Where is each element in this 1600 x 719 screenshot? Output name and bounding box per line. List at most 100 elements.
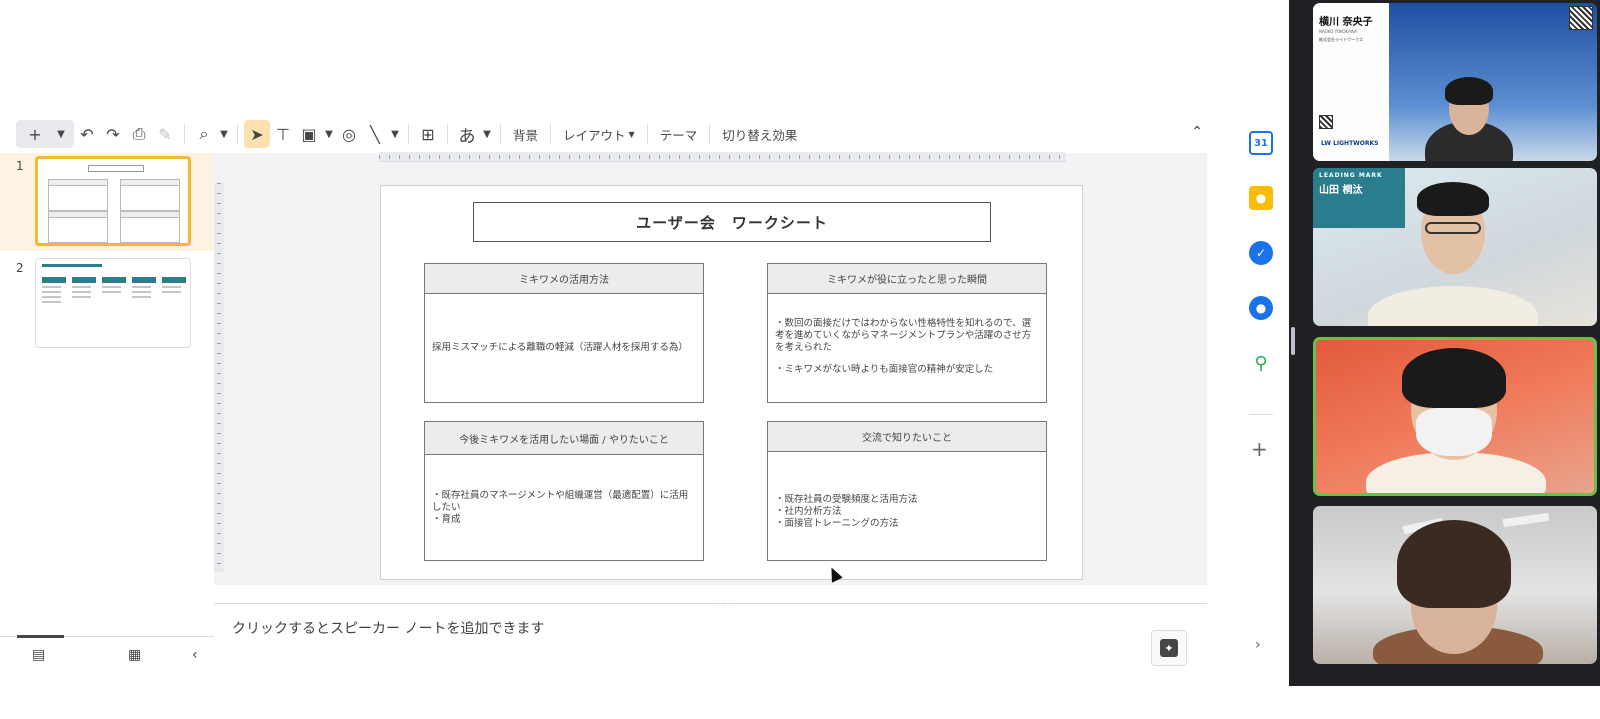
textbox-icon[interactable]: ⊤: [270, 120, 296, 148]
toolbar-divider: [184, 124, 185, 144]
thumb-card: [48, 179, 108, 211]
toolbar-divider: [646, 124, 648, 144]
banner-brand: LEADING MARK: [1319, 172, 1383, 179]
show-side-panel-icon[interactable]: ›: [1255, 637, 1261, 653]
vertical-ruler[interactable]: [214, 183, 224, 572]
toolbar-divider: [447, 124, 448, 144]
paint-format-icon[interactable]: ✎: [152, 120, 178, 148]
participant-tile[interactable]: LEADING MARK 山田 桐汰: [1313, 168, 1597, 326]
thumb-column: [132, 277, 156, 339]
slide-number: 2: [16, 261, 24, 275]
slide-thumbnail-2[interactable]: 2: [0, 255, 214, 353]
line-icon[interactable]: ╲: [362, 120, 388, 148]
thumb-column: [162, 277, 186, 339]
undo-icon[interactable]: ↶: [74, 120, 100, 148]
card-company: 株式会社ライトワークス: [1319, 37, 1363, 42]
filmstrip-view-bar: ▤ ▦ ‹: [0, 635, 214, 670]
card-line: ・既存社員のマネージメントや組織運営（最適配置）に活用したい: [432, 490, 689, 513]
tasks-icon[interactable]: ✓: [1249, 241, 1273, 265]
toolbar-divider: [500, 124, 501, 144]
card-line: ・ミキワメがない時よりも面接官の精神が安定した: [775, 364, 994, 375]
layout-dropdown-icon: ▼: [628, 129, 635, 139]
print-icon[interactable]: ⎙: [126, 120, 152, 148]
chevron-down-icon[interactable]: ▼: [54, 120, 68, 148]
theme-button[interactable]: テーマ: [654, 120, 704, 148]
card-body: 採用ミスマッチによる離職の軽減（活躍人材を採用する為）: [425, 294, 703, 354]
input-tools-icon[interactable]: あ: [454, 120, 480, 148]
panel-resize-handle[interactable]: [1291, 327, 1295, 355]
add-comment-icon[interactable]: ⊞: [415, 120, 441, 148]
input-tools-dropdown-icon[interactable]: ▼: [480, 120, 494, 148]
worksheet-card[interactable]: ミキワメの活用方法 採用ミスマッチによる離職の軽減（活躍人材を採用する為）: [424, 263, 704, 403]
qr-code-icon: [1319, 115, 1333, 129]
active-view-indicator: [17, 635, 64, 638]
image-dropdown-icon[interactable]: ▼: [322, 120, 336, 148]
calendar-icon[interactable]: 31: [1249, 131, 1273, 155]
new-slide-group: + ▼: [16, 120, 74, 148]
current-slide[interactable]: ユーザー会 ワークシート ミキワメの活用方法 採用ミスマッチによる離職の軽減（活…: [380, 185, 1083, 580]
collapse-toolbar-icon[interactable]: ⌃: [1191, 124, 1203, 140]
worksheet-card[interactable]: 今後ミキワメを活用したい場面 / やりたいこと ・既存社員のマネージメントや組織…: [424, 421, 704, 561]
thumb-title-box: [88, 165, 144, 172]
side-panel-divider: [1249, 414, 1273, 415]
card-line: ・面接官トレーニングの方法: [775, 518, 899, 529]
qr-code-icon: [1569, 6, 1593, 30]
card-line: ・社内分析方法: [775, 506, 842, 517]
slide-thumbnail-image: [35, 156, 191, 246]
video-call-panel: 横川 奈央子 NAOKO YOKOKAWA 株式会社ライトワークス LW LIG…: [1289, 0, 1600, 686]
image-icon[interactable]: ▣: [296, 120, 322, 148]
card-roman-name: NAOKO YOKOKAWA: [1319, 29, 1358, 34]
card-body: ・既存社員のマネージメントや組織運営（最適配置）に活用したい ・育成: [425, 455, 703, 526]
card-heading: 交流で知りたいこと: [768, 422, 1046, 452]
card-name: 横川 奈央子: [1319, 17, 1373, 28]
participant-tile-speaking[interactable]: [1313, 337, 1597, 496]
sparkle-icon: ✦: [1160, 639, 1178, 657]
add-icon[interactable]: +: [22, 120, 48, 148]
slide-number: 1: [16, 159, 24, 173]
thumb-column: [102, 277, 126, 339]
keep-icon[interactable]: ●: [1249, 186, 1273, 210]
card-body: ・数回の面接だけではわからない性格特性を知れるので、選考を進めていくながらマネー…: [768, 294, 1046, 376]
card-body: ・既存社員の受験頻度と活用方法 ・社内分析方法 ・面接官トレーニングの方法: [768, 452, 1046, 530]
toolbar-divider: [237, 124, 238, 144]
card-heading: ミキワメの活用方法: [425, 264, 703, 294]
add-addon-icon[interactable]: +: [1251, 437, 1268, 461]
toolbar-divider: [408, 124, 409, 144]
background-button[interactable]: 背景: [507, 120, 544, 148]
filmstrip-view-icon[interactable]: ▤: [32, 647, 45, 663]
select-arrow-icon[interactable]: ➤: [244, 120, 270, 148]
hide-filmstrip-icon[interactable]: ‹: [192, 647, 198, 663]
layout-button[interactable]: レイアウト ▼: [557, 120, 641, 148]
slide-thumbnail-image: [35, 258, 191, 348]
thumb-card: [120, 179, 180, 211]
worksheet-card[interactable]: ミキワメが役に立ったと思った瞬間 ・数回の面接だけではわからない性格特性を知れる…: [767, 263, 1047, 403]
side-panel: 31 ● ✓ ● ⚲ + ›: [1233, 117, 1289, 670]
maps-icon[interactable]: ⚲: [1249, 351, 1273, 375]
horizontal-ruler[interactable]: [379, 152, 1066, 162]
shape-icon[interactable]: ◎: [336, 120, 362, 148]
participant-body: [1368, 286, 1538, 326]
layout-label: レイアウト: [563, 127, 626, 143]
participant-tile[interactable]: 横川 奈央子 NAOKO YOKOKAWA 株式会社ライトワークス LW LIG…: [1313, 3, 1597, 161]
thumb-card: [48, 211, 108, 243]
zoom-dropdown-icon[interactable]: ▼: [217, 120, 231, 148]
card-line: ・数回の面接だけではわからない性格特性を知れるので、選考を進めていくながらマネー…: [775, 318, 1032, 353]
glasses-icon: [1425, 222, 1481, 234]
card-heading: ミキワメが役に立ったと思った瞬間: [768, 264, 1046, 294]
explore-button[interactable]: ✦: [1151, 630, 1187, 666]
card-line: ・育成: [432, 514, 461, 525]
zoom-icon[interactable]: ⌕: [191, 120, 217, 148]
grid-view-icon[interactable]: ▦: [128, 647, 141, 663]
contacts-icon[interactable]: ●: [1249, 296, 1273, 320]
worksheet-card[interactable]: 交流で知りたいこと ・既存社員の受験頻度と活用方法 ・社内分析方法 ・面接官トレ…: [767, 421, 1047, 561]
redo-icon[interactable]: ↷: [100, 120, 126, 148]
speaker-notes-placeholder[interactable]: クリックするとスピーカー ノートを追加できます: [232, 618, 544, 638]
name-card: 横川 奈央子 NAOKO YOKOKAWA 株式会社ライトワークス LW LIG…: [1313, 3, 1389, 161]
slide-title[interactable]: ユーザー会 ワークシート: [473, 202, 991, 242]
participant-tile[interactable]: [1313, 506, 1597, 664]
transition-button[interactable]: 切り替え効果: [716, 120, 803, 148]
line-dropdown-icon[interactable]: ▼: [388, 120, 402, 148]
slide-thumbnail-1[interactable]: 1: [0, 153, 214, 251]
card-heading: 今後ミキワメを活用したい場面 / やりたいこと: [425, 422, 703, 455]
speaker-notes[interactable]: クリックするとスピーカー ノートを追加できます ✦: [214, 603, 1207, 670]
